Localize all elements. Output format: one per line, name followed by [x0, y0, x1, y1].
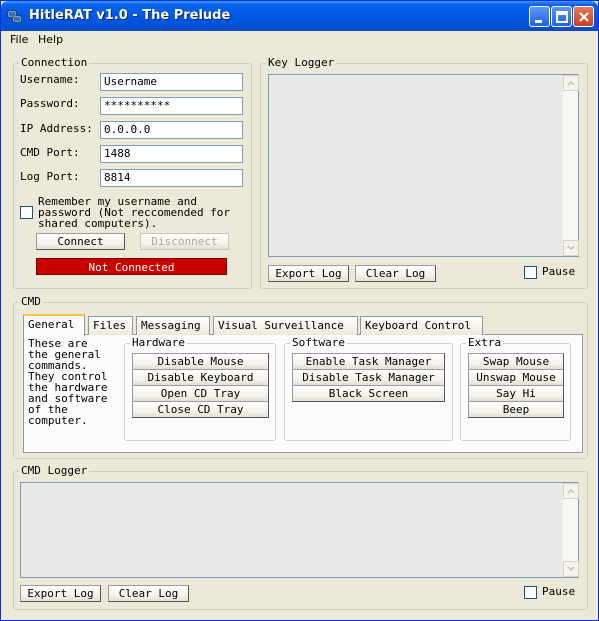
key-logger-clear-button[interactable]: Clear Log — [355, 265, 436, 282]
disable-keyboard-button[interactable]: Disable Keyboard — [132, 369, 269, 386]
cmd-logger-clear-button[interactable]: Clear Log — [108, 585, 189, 602]
menu-bar: File Help — [2, 31, 598, 50]
hardware-group-title: Hardware — [130, 336, 187, 349]
scroll-up-icon[interactable] — [563, 75, 579, 91]
disconnect-button[interactable]: Disconnect — [140, 233, 229, 250]
tab-files[interactable]: Files — [88, 316, 133, 335]
minimize-icon — [535, 20, 542, 23]
black-screen-button[interactable]: Black Screen — [292, 385, 445, 402]
ip-address-input[interactable]: 0.0.0.0 — [100, 121, 243, 139]
cmd-logger-output[interactable] — [20, 482, 579, 578]
software-group-title: Software — [290, 336, 347, 349]
swap-mouse-button[interactable]: Swap Mouse — [468, 353, 564, 370]
window-title: HitleRAT v1.0 - The Prelude — [29, 8, 231, 23]
log-port-input[interactable]: 8814 — [100, 169, 243, 187]
password-label: Password: — [20, 97, 80, 110]
key-logger-pause-checkbox[interactable] — [524, 266, 537, 279]
cmd-port-input[interactable]: 1488 — [100, 145, 243, 163]
tab-general[interactable]: General — [23, 314, 85, 336]
main-window: HitleRAT v1.0 - The Prelude File Help Co… — [0, 0, 599, 621]
scroll-down-icon[interactable] — [563, 240, 579, 256]
menu-file[interactable]: File — [10, 33, 28, 46]
unswap-mouse-button[interactable]: Unswap Mouse — [468, 369, 564, 386]
app-icon — [7, 9, 23, 25]
ip-address-label: IP Address: — [20, 122, 93, 135]
cmd-logger-pause-checkbox[interactable] — [524, 586, 537, 599]
scroll-down-icon[interactable] — [563, 561, 579, 577]
close-icon — [579, 12, 589, 22]
say-hi-button[interactable]: Say Hi — [468, 385, 564, 402]
scroll-up-icon[interactable] — [563, 483, 579, 499]
cmd-logger-scrollbar[interactable] — [562, 483, 579, 577]
enable-task-manager-button[interactable]: Enable Task Manager — [292, 353, 445, 370]
cmd-logger-pause-label: Pause — [542, 585, 576, 598]
key-logger-scrollbar[interactable] — [562, 75, 579, 256]
cmd-logger-export-button[interactable]: Export Log — [20, 585, 101, 602]
tab-keyboard-control[interactable]: Keyboard Control — [360, 316, 483, 335]
maximize-icon — [556, 11, 568, 23]
extra-group-title: Extra — [466, 336, 504, 349]
minimize-button[interactable] — [529, 6, 550, 27]
description-line: computer. — [28, 414, 88, 427]
password-input[interactable]: ********** — [100, 97, 243, 115]
remember-checkbox[interactable] — [20, 206, 33, 219]
username-input[interactable]: Username — [100, 73, 243, 91]
open-cd-tray-button[interactable]: Open CD Tray — [132, 385, 269, 402]
menu-help[interactable]: Help — [38, 33, 63, 46]
cmd-group-title: CMD — [19, 295, 43, 308]
key-logger-output[interactable] — [268, 74, 579, 257]
disable-task-manager-button[interactable]: Disable Task Manager — [292, 369, 445, 386]
key-logger-title: Key Logger — [266, 56, 337, 69]
connection-status-bar: Not Connected — [36, 258, 227, 275]
beep-button[interactable]: Beep — [468, 401, 564, 418]
maximize-button[interactable] — [551, 6, 572, 27]
key-logger-pause-label: Pause — [542, 265, 576, 278]
tab-messaging[interactable]: Messaging — [136, 316, 210, 335]
connection-group-title: Connection — [19, 56, 90, 69]
disable-mouse-button[interactable]: Disable Mouse — [132, 353, 269, 370]
key-logger-export-button[interactable]: Export Log — [268, 265, 349, 282]
title-bar[interactable]: HitleRAT v1.0 - The Prelude — [1, 1, 598, 31]
username-label: Username: — [20, 73, 80, 86]
log-port-label: Log Port: — [20, 170, 80, 183]
remember-label-line3: shared computers). — [38, 217, 158, 230]
connect-button[interactable]: Connect — [36, 233, 125, 250]
tab-visual-surveillance[interactable]: Visual Surveillance — [213, 316, 358, 335]
cmd-logger-title: CMD Logger — [19, 464, 90, 477]
close-cd-tray-button[interactable]: Close CD Tray — [132, 401, 269, 418]
close-button[interactable] — [573, 6, 594, 27]
cmd-port-label: CMD Port: — [20, 146, 80, 159]
